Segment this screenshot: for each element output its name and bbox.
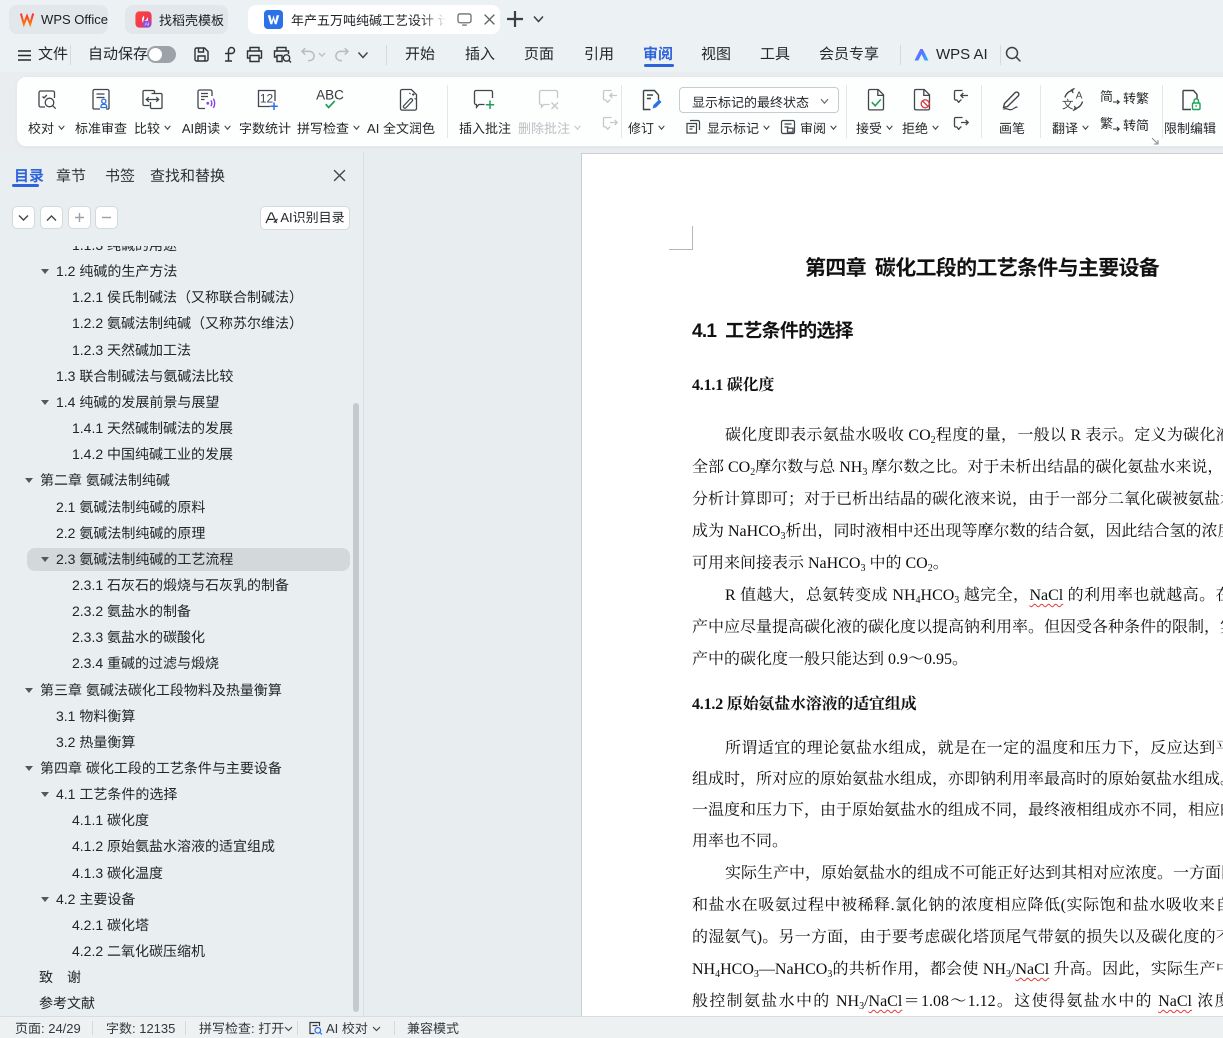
svg-text:文: 文 xyxy=(1062,97,1074,113)
svg-text:12: 12 xyxy=(260,92,274,106)
svg-text:AI: AI xyxy=(145,22,150,28)
svg-text:A: A xyxy=(1076,91,1083,102)
svg-text:ABC: ABC xyxy=(316,88,344,103)
